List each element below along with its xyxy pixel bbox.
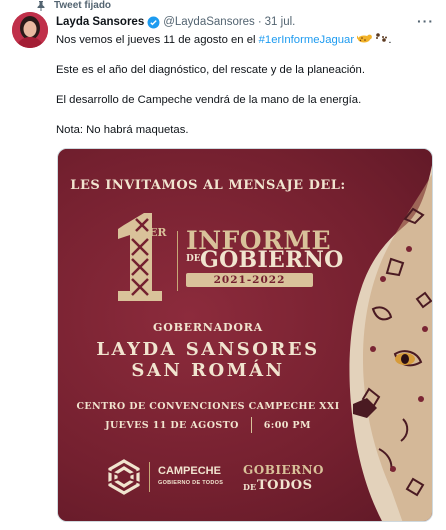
more-icon[interactable]: ···	[417, 13, 434, 29]
governor-name-line-1: LAYDA SANSORES	[96, 339, 320, 360]
divider-line	[177, 231, 178, 291]
pinned-tweet-label: Tweet fijado	[36, 0, 111, 11]
campeche-logo-icon	[107, 459, 141, 495]
gobierno-title: GOBIERNO	[200, 247, 344, 273]
gobierno-logo-todos: TODOS	[257, 478, 313, 493]
hashtag-link[interactable]: #1erInformeJaguar	[259, 34, 354, 46]
user-handle[interactable]: @LaydaSansores	[163, 16, 255, 28]
gobernadora-label: GOBERNADORA	[153, 321, 263, 334]
governor-name-line-2: SAN ROMÁN	[131, 360, 285, 381]
display-name[interactable]: Layda Sansores	[56, 16, 144, 28]
pinned-text: Tweet fijado	[54, 0, 112, 11]
gobierno-logo-de: DE	[243, 482, 257, 492]
venue-text: CENTRO DE CONVENCIONES CAMPECHE XXI	[76, 401, 340, 412]
tweet-date[interactable]: 31 jul.	[265, 16, 296, 28]
avatar[interactable]	[12, 12, 48, 48]
date-time-row: JUEVES 11 DE AGOSTO 6:00 PM	[58, 417, 358, 433]
verified-badge-icon	[147, 16, 160, 28]
jaguar-emoji-icon	[356, 34, 373, 43]
ordinal-suffix: ER	[149, 226, 167, 239]
tweet-text: Nos vemos el jueves 11 de agosto en el #…	[56, 32, 438, 153]
event-date: JUEVES 11 DE AGOSTO	[105, 419, 239, 431]
tweet-media-poster[interactable]: LES INVITAMOS AL MENSAJE DEL: ER INFORME…	[57, 148, 433, 522]
campeche-subtitle: GOBIERNO DE TODOS	[158, 480, 224, 486]
jaguar-illustration-icon	[349, 165, 432, 521]
gobierno-logo-title: GOBIERNO	[243, 463, 324, 477]
pin-icon	[37, 0, 45, 11]
period-badge: 2021-2022	[186, 273, 313, 287]
tweet-line-2: Este es el año del diagnóstico, del resc…	[56, 64, 365, 76]
separator-dot: ·	[257, 16, 262, 28]
informe-de: DE	[186, 254, 201, 264]
paw-prints-emoji-icon	[376, 33, 388, 42]
poster-invite: LES INVITAMOS AL MENSAJE DEL:	[70, 178, 346, 193]
date-time-separator	[250, 417, 252, 433]
tweet-line-4: Nota: No habrá maquetas.	[56, 124, 189, 136]
event-time: 6:00 PM	[263, 419, 311, 431]
avatar-image	[12, 12, 48, 48]
logo-divider	[149, 462, 150, 492]
tweet-line-1: Nos vemos el jueves 11 de agosto en el #…	[56, 33, 392, 46]
tweet-line-3: El desarrollo de Campeche vendrá de la m…	[56, 94, 362, 106]
campeche-wordmark: CAMPECHE	[158, 465, 221, 477]
tweet-header: Layda Sansores @LaydaSansores · 31 jul.	[56, 13, 434, 31]
